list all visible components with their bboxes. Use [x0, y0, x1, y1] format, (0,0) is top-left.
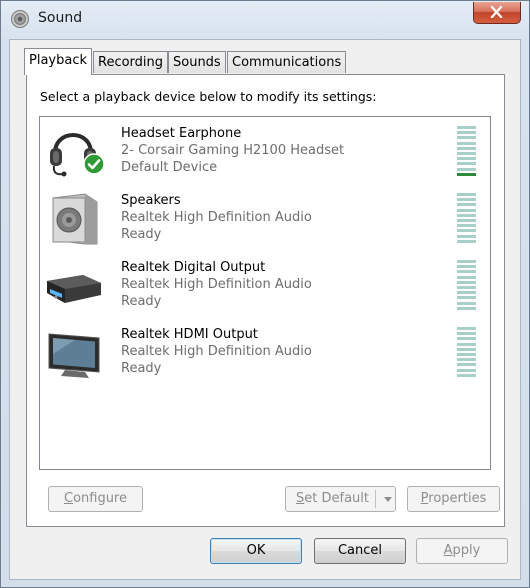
device-status: Ready: [121, 361, 162, 376]
level-meter: [457, 327, 476, 379]
speaker-icon: [52, 193, 98, 245]
meter-segment: [457, 152, 476, 155]
default-check-icon: [83, 153, 105, 175]
split-divider: [375, 490, 376, 508]
set-default-button-label: et Default: [304, 491, 369, 506]
meter-segment: [457, 260, 476, 263]
device-description: Realtek High Definition Audio: [121, 210, 312, 225]
ok-button[interactable]: OK: [210, 538, 302, 564]
meter-segment: [457, 332, 476, 336]
instruction-text: Select a playback device below to modify…: [40, 89, 377, 104]
playback-panel: Select a playback device below to modify…: [26, 74, 505, 527]
device-item-speakers[interactable]: Speakers Realtek High Definition Audio R…: [40, 186, 490, 252]
level-meter: [457, 193, 476, 245]
meter-segment: [457, 219, 476, 222]
meter-segment: [457, 270, 476, 274]
device-name: Realtek HDMI Output: [121, 327, 258, 342]
properties-button-label: roperties: [428, 491, 487, 506]
meter-segment: [457, 157, 476, 161]
dialog-client-area: Playback Recording Sounds Communications…: [9, 39, 521, 580]
title-bar[interactable]: Sound: [1, 1, 529, 39]
sound-dialog: Sound Playback Recording Sounds Communic…: [0, 0, 530, 588]
device-list[interactable]: Headset Earphone 2- Corsair Gaming H2100…: [39, 116, 491, 470]
meter-segment: [457, 301, 476, 305]
meter-segment: [457, 213, 476, 217]
device-name: Realtek Digital Output: [121, 260, 266, 275]
meter-segment: [457, 126, 476, 129]
meter-segment: [457, 280, 476, 284]
device-description: Realtek High Definition Audio: [121, 277, 312, 292]
configure-button-label: onfigure: [73, 491, 127, 506]
window-title: Sound: [38, 10, 83, 26]
tab-playback[interactable]: Playback: [24, 48, 93, 75]
meter-segment: [457, 296, 476, 300]
meter-segment: [457, 131, 476, 135]
device-status: Ready: [121, 294, 162, 309]
chevron-down-icon[interactable]: [381, 487, 395, 511]
meter-segment: [457, 162, 476, 166]
meter-segment: [457, 229, 476, 233]
meter-segment: [457, 353, 476, 356]
tab-recording[interactable]: Recording: [93, 51, 169, 73]
meter-segment: [457, 193, 476, 196]
meter-segment: [457, 306, 476, 310]
meter-segment: [457, 373, 476, 377]
device-status: Ready: [121, 227, 162, 242]
device-item-hdmi-output[interactable]: Realtek HDMI Output Realtek High Definit…: [40, 320, 490, 386]
meter-segment: [457, 198, 476, 202]
meter-segment: [457, 172, 476, 176]
device-item-digital-output[interactable]: Realtek Digital Output Realtek High Defi…: [40, 253, 490, 319]
apply-button-label: pply: [452, 543, 481, 558]
meter-segment: [457, 203, 476, 207]
device-description: 2- Corsair Gaming H2100 Headset: [121, 143, 345, 158]
tab-sounds[interactable]: Sounds: [168, 51, 226, 73]
device-description: Realtek High Definition Audio: [121, 344, 312, 359]
apply-button[interactable]: Apply: [416, 538, 508, 564]
meter-segment: [457, 342, 476, 346]
meter-segment: [457, 136, 476, 140]
meter-segment: [457, 224, 476, 228]
meter-segment: [457, 167, 476, 171]
properties-button[interactable]: Properties: [407, 486, 500, 512]
meter-segment: [457, 234, 476, 238]
meter-segment: [457, 208, 476, 212]
meter-segment: [457, 337, 476, 341]
meter-segment: [457, 275, 476, 279]
meter-segment: [457, 363, 476, 367]
tab-communications[interactable]: Communications: [227, 51, 347, 73]
digital-output-icon: [47, 275, 101, 303]
set-default-button[interactable]: Set Default: [285, 486, 396, 512]
device-name: Headset Earphone: [121, 126, 242, 141]
meter-segment: [457, 368, 476, 372]
speaker-app-icon: [11, 10, 29, 28]
meter-segment: [457, 286, 476, 289]
meter-segment: [457, 141, 476, 145]
close-button[interactable]: [473, 2, 521, 24]
meter-segment: [457, 239, 476, 243]
meter-segment: [457, 327, 476, 330]
monitor-icon: [48, 333, 100, 378]
cancel-button[interactable]: Cancel: [314, 538, 406, 564]
level-meter: [457, 260, 476, 312]
level-meter: [457, 126, 476, 178]
configure-button[interactable]: Configure: [48, 486, 143, 512]
meter-segment: [457, 265, 476, 269]
device-name: Speakers: [121, 193, 181, 208]
meter-segment: [457, 146, 476, 150]
device-status: Default Device: [121, 160, 218, 175]
meter-segment: [457, 358, 476, 362]
meter-segment: [457, 291, 476, 295]
meter-segment: [457, 347, 476, 351]
device-item-headset[interactable]: Headset Earphone 2- Corsair Gaming H2100…: [40, 119, 490, 185]
close-icon: [490, 6, 503, 18]
